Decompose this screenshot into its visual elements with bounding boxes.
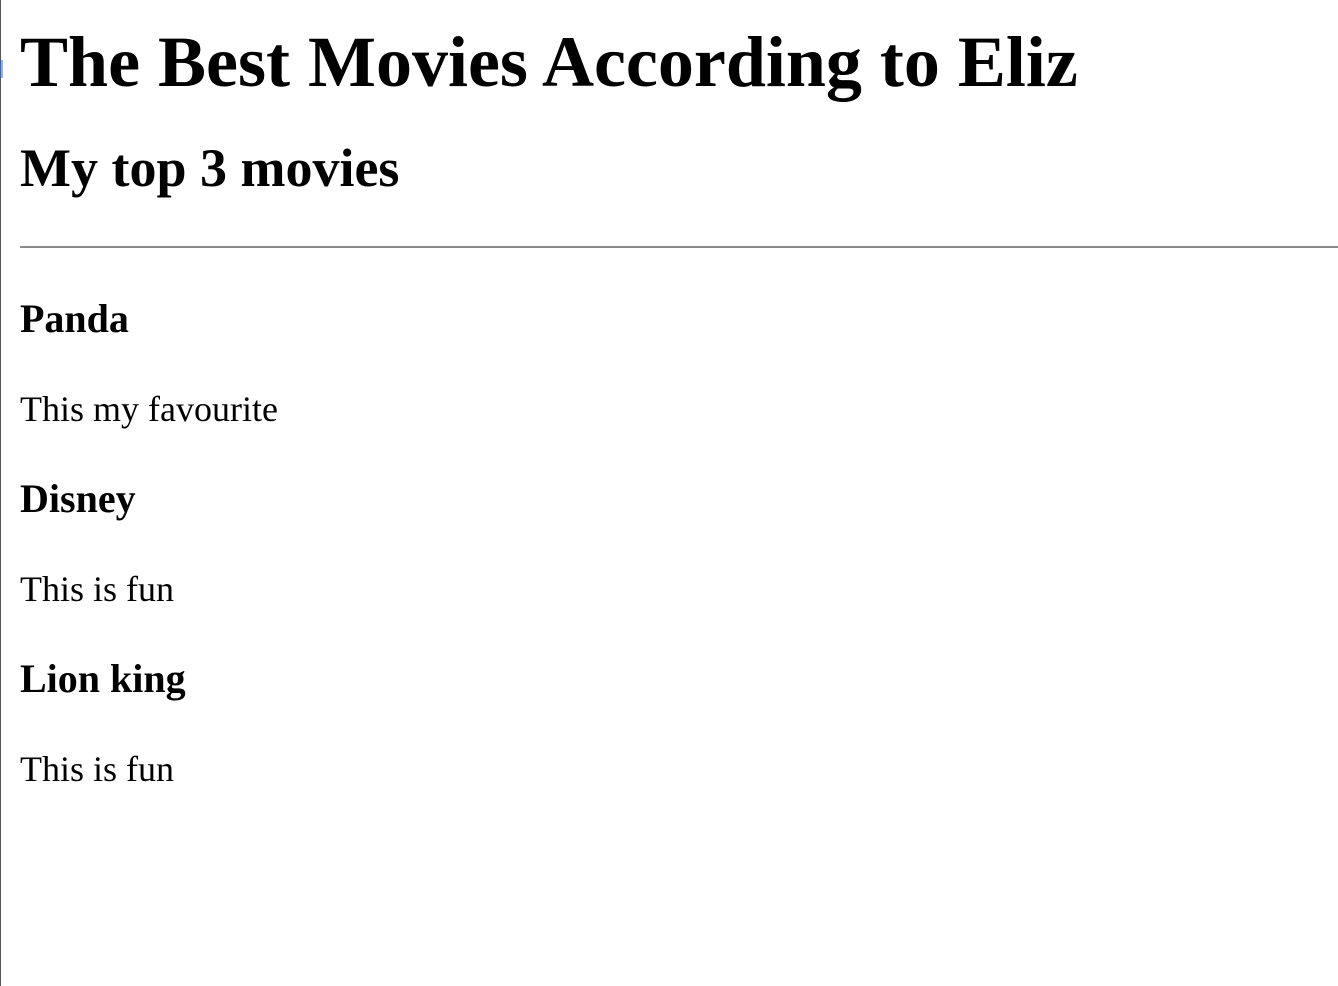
page-content: The Best Movies According to Eliz My top… — [20, 0, 1338, 787]
window-left-border — [0, 0, 1, 986]
movie-title: Panda — [20, 296, 129, 341]
movie-description: This is fun — [20, 749, 175, 789]
movie-title: Disney — [20, 476, 136, 521]
movie-title: Lion king — [20, 656, 186, 701]
page-title: The Best Movies According to Eliz — [20, 22, 1078, 102]
divider — [20, 246, 1338, 248]
movie-description: This is fun — [20, 569, 175, 609]
page-subtitle: My top 3 movies — [20, 138, 400, 198]
movie-item: Disney This is fun — [20, 476, 1338, 609]
focus-indicator — [0, 60, 3, 78]
movie-item: Panda This my favourite — [20, 296, 1338, 429]
movie-list: Panda This my favourite Disney This is f… — [20, 296, 1338, 789]
movie-item: Lion king This is fun — [20, 656, 1338, 789]
movie-description: This my favourite — [20, 389, 278, 429]
